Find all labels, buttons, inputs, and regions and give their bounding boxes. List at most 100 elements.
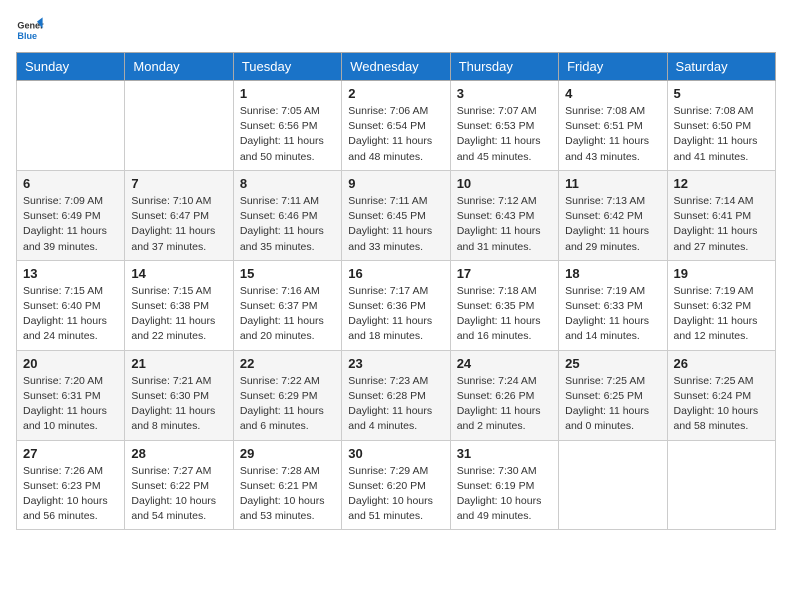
day-number: 26 bbox=[674, 356, 769, 371]
calendar-cell: 29 Sunrise: 7:28 AM Sunset: 6:21 PM Dayli… bbox=[233, 440, 341, 530]
day-info: Sunrise: 7:19 AM Sunset: 6:33 PM Dayligh… bbox=[565, 284, 660, 345]
calendar-cell bbox=[559, 440, 667, 530]
day-number: 24 bbox=[457, 356, 552, 371]
logo: General Blue bbox=[16, 16, 48, 44]
calendar-week-row: 1 Sunrise: 7:05 AM Sunset: 6:56 PM Daylig… bbox=[17, 81, 776, 171]
day-number: 18 bbox=[565, 266, 660, 281]
page-header: General Blue bbox=[16, 16, 776, 44]
svg-text:Blue: Blue bbox=[17, 31, 37, 41]
day-info: Sunrise: 7:18 AM Sunset: 6:35 PM Dayligh… bbox=[457, 284, 552, 345]
calendar-cell: 15 Sunrise: 7:16 AM Sunset: 6:37 PM Dayli… bbox=[233, 260, 341, 350]
day-number: 21 bbox=[131, 356, 226, 371]
day-info: Sunrise: 7:16 AM Sunset: 6:37 PM Dayligh… bbox=[240, 284, 335, 345]
day-info: Sunrise: 7:23 AM Sunset: 6:28 PM Dayligh… bbox=[348, 374, 443, 435]
calendar-cell: 19Sunrise: 7:19 AM Sunset: 6:32 PM Dayli… bbox=[667, 260, 775, 350]
day-number: 25 bbox=[565, 356, 660, 371]
day-number: 23 bbox=[348, 356, 443, 371]
calendar-cell: 25 Sunrise: 7:25 AM Sunset: 6:25 PM Dayli… bbox=[559, 350, 667, 440]
calendar-cell: 9Sunrise: 7:11 AM Sunset: 6:45 PM Daylig… bbox=[342, 170, 450, 260]
day-info: Sunrise: 7:13 AM Sunset: 6:42 PM Dayligh… bbox=[565, 194, 660, 255]
calendar-cell: 13 Sunrise: 7:15 AM Sunset: 6:40 PM Dayli… bbox=[17, 260, 125, 350]
day-info: Sunrise: 7:08 AM Sunset: 6:51 PM Dayligh… bbox=[565, 104, 660, 165]
calendar-cell bbox=[125, 81, 233, 171]
day-number: 20 bbox=[23, 356, 118, 371]
day-info: Sunrise: 7:17 AM Sunset: 6:36 PM Dayligh… bbox=[348, 284, 443, 345]
day-of-week-header: Monday bbox=[125, 53, 233, 81]
calendar-cell: 27 Sunrise: 7:26 AM Sunset: 6:23 PM Dayli… bbox=[17, 440, 125, 530]
day-info: Sunrise: 7:21 AM Sunset: 6:30 PM Dayligh… bbox=[131, 374, 226, 435]
day-info: Sunrise: 7:19 AM Sunset: 6:32 PM Dayligh… bbox=[674, 284, 769, 345]
calendar-cell: 17 Sunrise: 7:18 AM Sunset: 6:35 PM Dayli… bbox=[450, 260, 558, 350]
day-number: 5 bbox=[674, 86, 769, 101]
calendar-week-row: 13 Sunrise: 7:15 AM Sunset: 6:40 PM Dayli… bbox=[17, 260, 776, 350]
day-info: Sunrise: 7:08 AM Sunset: 6:50 PM Dayligh… bbox=[674, 104, 769, 165]
day-info: Sunrise: 7:14 AM Sunset: 6:41 PM Dayligh… bbox=[674, 194, 769, 255]
calendar-week-row: 6Sunrise: 7:09 AM Sunset: 6:49 PM Daylig… bbox=[17, 170, 776, 260]
day-info: Sunrise: 7:22 AM Sunset: 6:29 PM Dayligh… bbox=[240, 374, 335, 435]
day-of-week-header: Saturday bbox=[667, 53, 775, 81]
day-info: Sunrise: 7:30 AM Sunset: 6:19 PM Dayligh… bbox=[457, 464, 552, 525]
day-number: 29 bbox=[240, 446, 335, 461]
day-number: 31 bbox=[457, 446, 552, 461]
calendar-cell: 2 Sunrise: 7:06 AM Sunset: 6:54 PM Daylig… bbox=[342, 81, 450, 171]
day-info: Sunrise: 7:15 AM Sunset: 6:38 PM Dayligh… bbox=[131, 284, 226, 345]
calendar-cell: 14 Sunrise: 7:15 AM Sunset: 6:38 PM Dayli… bbox=[125, 260, 233, 350]
day-info: Sunrise: 7:11 AM Sunset: 6:46 PM Dayligh… bbox=[240, 194, 335, 255]
day-number: 22 bbox=[240, 356, 335, 371]
day-number: 1 bbox=[240, 86, 335, 101]
day-number: 7 bbox=[131, 176, 226, 191]
calendar-cell: 11 Sunrise: 7:13 AM Sunset: 6:42 PM Dayli… bbox=[559, 170, 667, 260]
day-info: Sunrise: 7:06 AM Sunset: 6:54 PM Dayligh… bbox=[348, 104, 443, 165]
logo-icon: General Blue bbox=[16, 16, 44, 44]
day-of-week-header: Tuesday bbox=[233, 53, 341, 81]
day-number: 13 bbox=[23, 266, 118, 281]
day-info: Sunrise: 7:29 AM Sunset: 6:20 PM Dayligh… bbox=[348, 464, 443, 525]
day-info: Sunrise: 7:07 AM Sunset: 6:53 PM Dayligh… bbox=[457, 104, 552, 165]
calendar-cell bbox=[667, 440, 775, 530]
day-info: Sunrise: 7:24 AM Sunset: 6:26 PM Dayligh… bbox=[457, 374, 552, 435]
calendar-cell: 6Sunrise: 7:09 AM Sunset: 6:49 PM Daylig… bbox=[17, 170, 125, 260]
day-number: 15 bbox=[240, 266, 335, 281]
calendar-cell: 22 Sunrise: 7:22 AM Sunset: 6:29 PM Dayli… bbox=[233, 350, 341, 440]
calendar-cell bbox=[17, 81, 125, 171]
day-number: 11 bbox=[565, 176, 660, 191]
day-info: Sunrise: 7:26 AM Sunset: 6:23 PM Dayligh… bbox=[23, 464, 118, 525]
day-info: Sunrise: 7:05 AM Sunset: 6:56 PM Dayligh… bbox=[240, 104, 335, 165]
calendar-week-row: 20 Sunrise: 7:20 AM Sunset: 6:31 PM Dayli… bbox=[17, 350, 776, 440]
calendar-cell: 7Sunrise: 7:10 AM Sunset: 6:47 PM Daylig… bbox=[125, 170, 233, 260]
calendar-cell: 31 Sunrise: 7:30 AM Sunset: 6:19 PM Dayli… bbox=[450, 440, 558, 530]
day-info: Sunrise: 7:12 AM Sunset: 6:43 PM Dayligh… bbox=[457, 194, 552, 255]
day-info: Sunrise: 7:15 AM Sunset: 6:40 PM Dayligh… bbox=[23, 284, 118, 345]
day-info: Sunrise: 7:09 AM Sunset: 6:49 PM Dayligh… bbox=[23, 194, 118, 255]
day-info: Sunrise: 7:28 AM Sunset: 6:21 PM Dayligh… bbox=[240, 464, 335, 525]
calendar-week-row: 27 Sunrise: 7:26 AM Sunset: 6:23 PM Dayli… bbox=[17, 440, 776, 530]
day-number: 17 bbox=[457, 266, 552, 281]
day-number: 10 bbox=[457, 176, 552, 191]
calendar-cell: 3 Sunrise: 7:07 AM Sunset: 6:53 PM Daylig… bbox=[450, 81, 558, 171]
day-info: Sunrise: 7:25 AM Sunset: 6:24 PM Dayligh… bbox=[674, 374, 769, 435]
day-of-week-header: Sunday bbox=[17, 53, 125, 81]
day-of-week-header: Friday bbox=[559, 53, 667, 81]
calendar-cell: 4 Sunrise: 7:08 AM Sunset: 6:51 PM Daylig… bbox=[559, 81, 667, 171]
day-number: 4 bbox=[565, 86, 660, 101]
day-number: 8 bbox=[240, 176, 335, 191]
day-number: 28 bbox=[131, 446, 226, 461]
calendar-header-row: SundayMondayTuesdayWednesdayThursdayFrid… bbox=[17, 53, 776, 81]
calendar-cell: 8 Sunrise: 7:11 AM Sunset: 6:46 PM Daylig… bbox=[233, 170, 341, 260]
day-number: 2 bbox=[348, 86, 443, 101]
calendar-cell: 21 Sunrise: 7:21 AM Sunset: 6:30 PM Dayli… bbox=[125, 350, 233, 440]
calendar-cell: 18 Sunrise: 7:19 AM Sunset: 6:33 PM Dayli… bbox=[559, 260, 667, 350]
day-info: Sunrise: 7:25 AM Sunset: 6:25 PM Dayligh… bbox=[565, 374, 660, 435]
day-info: Sunrise: 7:27 AM Sunset: 6:22 PM Dayligh… bbox=[131, 464, 226, 525]
day-info: Sunrise: 7:20 AM Sunset: 6:31 PM Dayligh… bbox=[23, 374, 118, 435]
calendar-cell: 24 Sunrise: 7:24 AM Sunset: 6:26 PM Dayli… bbox=[450, 350, 558, 440]
day-number: 3 bbox=[457, 86, 552, 101]
calendar-cell: 1 Sunrise: 7:05 AM Sunset: 6:56 PM Daylig… bbox=[233, 81, 341, 171]
day-number: 27 bbox=[23, 446, 118, 461]
calendar-cell: 23 Sunrise: 7:23 AM Sunset: 6:28 PM Dayli… bbox=[342, 350, 450, 440]
day-number: 9 bbox=[348, 176, 443, 191]
day-number: 14 bbox=[131, 266, 226, 281]
calendar-table: SundayMondayTuesdayWednesdayThursdayFrid… bbox=[16, 52, 776, 530]
calendar-cell: 12Sunrise: 7:14 AM Sunset: 6:41 PM Dayli… bbox=[667, 170, 775, 260]
calendar-cell: 20 Sunrise: 7:20 AM Sunset: 6:31 PM Dayli… bbox=[17, 350, 125, 440]
